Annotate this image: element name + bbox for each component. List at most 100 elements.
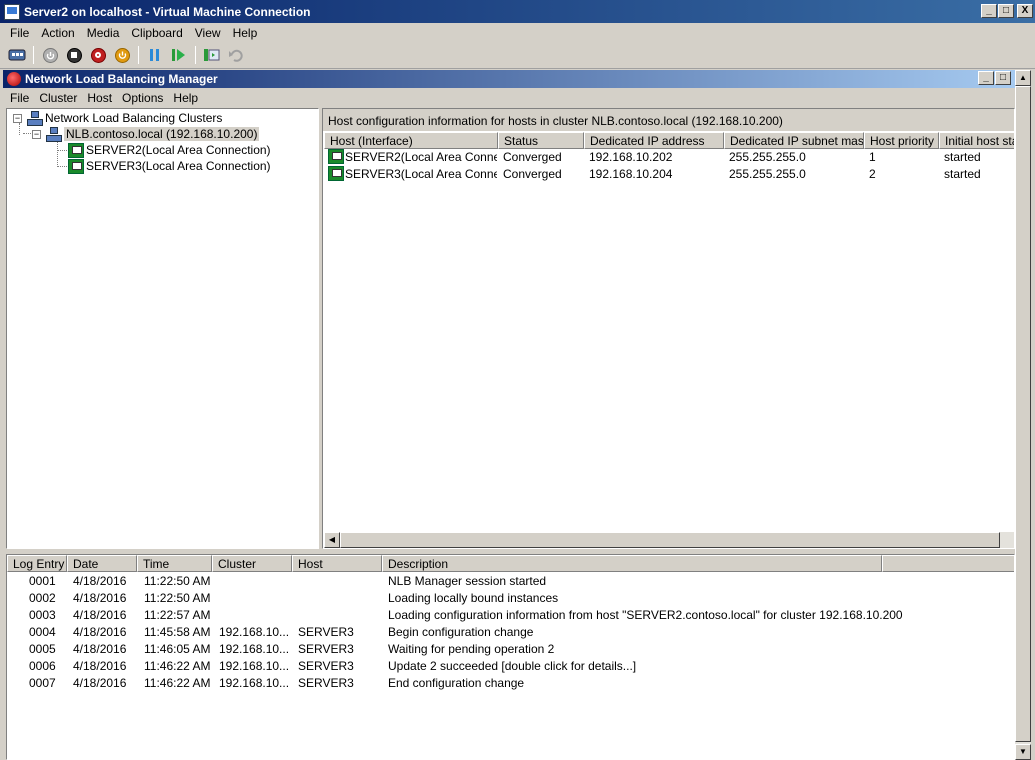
- vm-menu-bar: File Action Media Clipboard View Help: [0, 23, 1035, 42]
- scroll-down-icon[interactable]: ▼: [1015, 744, 1031, 760]
- nlb-manager-title-bar[interactable]: Network Load Balancing Manager: [3, 70, 1015, 88]
- scroll-up-icon[interactable]: ▲: [1015, 70, 1031, 86]
- clusters-icon: [26, 111, 43, 126]
- log-header-time[interactable]: Time: [137, 555, 212, 572]
- log-cell-description: Update 2 succeeded [double click for det…: [388, 659, 637, 673]
- nlb-restore-button[interactable]: □: [995, 71, 1011, 85]
- save-icon[interactable]: [111, 44, 133, 66]
- column-header-status[interactable]: Status: [498, 132, 584, 149]
- host-details-pane: Host configuration information for hosts…: [322, 108, 1015, 549]
- log-cell-host: [298, 591, 382, 608]
- menu-view[interactable]: View: [189, 26, 227, 40]
- close-button[interactable]: X: [1017, 4, 1033, 18]
- log-cell-date: 4/18/2016: [73, 642, 127, 656]
- column-header-host-priority[interactable]: Host priority: [864, 132, 939, 149]
- log-header-host[interactable]: Host: [292, 555, 382, 572]
- log-cell-time: 11:46:22 AM: [144, 676, 211, 690]
- horizontal-scrollbar[interactable]: ◀: [324, 532, 1014, 548]
- log-cell-time: 11:22:50 AM: [144, 591, 211, 605]
- nlb-minimize-button[interactable]: _: [978, 71, 994, 85]
- tree-root-label: Network Load Balancing Clusters: [45, 111, 223, 125]
- nlb-menu-help[interactable]: Help: [168, 91, 203, 105]
- nlb-menu-file[interactable]: File: [5, 91, 34, 105]
- nlb-menu-bar: File Cluster Host Options Help: [3, 88, 1015, 107]
- log-cell-entry: 0002: [29, 591, 56, 605]
- log-header-date[interactable]: Date: [67, 555, 137, 572]
- log-cell-cluster: [219, 574, 292, 591]
- nlb-manager-icon: [7, 72, 21, 86]
- menu-help[interactable]: Help: [227, 26, 264, 40]
- nlb-menu-cluster[interactable]: Cluster: [34, 91, 82, 105]
- log-cell-entry: 0006: [29, 659, 56, 673]
- host-icon: [328, 149, 344, 164]
- log-cell-date: 4/18/2016: [73, 591, 127, 605]
- cell-subnet: 255.255.255.0: [729, 150, 806, 164]
- vertical-scrollbar[interactable]: ▲ ▼: [1015, 70, 1031, 760]
- pause-icon[interactable]: [144, 44, 166, 66]
- log-cell-cluster: 192.168.10...: [219, 659, 290, 673]
- host-icon: [328, 166, 344, 181]
- log-header-filler: [882, 555, 1014, 572]
- snapshot-icon[interactable]: [201, 44, 223, 66]
- collapse-icon[interactable]: −: [32, 129, 41, 139]
- log-cell-description: Waiting for pending operation 2: [388, 642, 555, 656]
- log-cell-cluster: 192.168.10...: [219, 642, 290, 656]
- toolbar-separator: [33, 46, 34, 64]
- reset-icon[interactable]: [168, 44, 190, 66]
- collapse-icon[interactable]: −: [13, 113, 22, 123]
- column-header-host[interactable]: Host (Interface): [324, 132, 498, 149]
- log-cell-cluster: 192.168.10...: [219, 625, 290, 639]
- column-header-dedicated-ip[interactable]: Dedicated IP address: [584, 132, 724, 149]
- cluster-icon: [45, 127, 62, 142]
- log-cell-date: 4/18/2016: [73, 625, 127, 639]
- log-header-cluster[interactable]: Cluster: [212, 555, 292, 572]
- host-icon: [68, 158, 84, 174]
- cell-host: SERVER2(Local Area Conne...: [345, 150, 497, 164]
- window-title-bar[interactable]: Server2 on localhost - Virtual Machine C…: [0, 0, 1035, 23]
- scroll-left-icon[interactable]: ◀: [324, 532, 340, 548]
- log-cell-description: NLB Manager session started: [388, 574, 547, 588]
- cell-priority: 2: [869, 167, 876, 181]
- column-header-initial-state[interactable]: Initial host state: [939, 132, 1014, 149]
- window-title: Server2 on localhost - Virtual Machine C…: [24, 4, 311, 19]
- cluster-tree[interactable]: − Network Load Balancing Clusters − NLB.…: [6, 108, 319, 549]
- scrollbar-thumb[interactable]: [1015, 86, 1031, 742]
- tree-root-row[interactable]: − Network Load Balancing Clusters: [13, 110, 222, 126]
- start-icon[interactable]: [39, 44, 61, 66]
- nlb-menu-options[interactable]: Options: [117, 91, 168, 105]
- log-cell-date: 4/18/2016: [73, 608, 127, 622]
- cell-state: started: [944, 150, 981, 164]
- log-header-description[interactable]: Description: [382, 555, 882, 572]
- log-cell-host: SERVER3: [298, 676, 354, 690]
- log-cell-time: 11:22:50 AM: [144, 574, 211, 588]
- log-cell-description: Loading configuration information from h…: [388, 608, 903, 622]
- log-cell-description: Loading locally bound instances: [388, 591, 559, 605]
- menu-media[interactable]: Media: [81, 26, 126, 40]
- nlb-menu-host[interactable]: Host: [82, 91, 117, 105]
- turn-off-icon[interactable]: [63, 44, 85, 66]
- tree-cluster-row[interactable]: − NLB.contoso.local (192.168.10.200): [32, 126, 260, 142]
- log-cell-host: [298, 608, 382, 625]
- tree-host-label: SERVER2(Local Area Connection): [86, 143, 271, 157]
- log-pane: Log Entry Date Time Cluster Host Descrip…: [6, 554, 1015, 760]
- revert-icon[interactable]: [225, 44, 247, 66]
- scrollbar-thumb[interactable]: [340, 532, 1000, 548]
- log-header-entry[interactable]: Log Entry: [7, 555, 67, 572]
- menu-clipboard[interactable]: Clipboard: [125, 26, 188, 40]
- menu-file[interactable]: File: [4, 26, 35, 40]
- log-cell-host: SERVER3: [298, 659, 354, 673]
- menu-action[interactable]: Action: [35, 26, 80, 40]
- vm-toolbar: [0, 42, 1035, 69]
- tree-host-row[interactable]: SERVER3(Local Area Connection): [68, 158, 271, 174]
- log-cell-time: 11:22:57 AM: [144, 608, 211, 622]
- column-header-subnet-mask[interactable]: Dedicated IP subnet mask: [724, 132, 864, 149]
- log-cell-date: 4/18/2016: [73, 676, 127, 690]
- ctrl-alt-del-icon[interactable]: [6, 44, 28, 66]
- log-cell-cluster: 192.168.10...: [219, 676, 290, 690]
- log-cell-description: Begin configuration change: [388, 625, 534, 639]
- log-cell-entry: 0005: [29, 642, 56, 656]
- maximize-button[interactable]: □: [998, 4, 1014, 18]
- shutdown-icon[interactable]: [87, 44, 109, 66]
- minimize-button[interactable]: _: [981, 4, 997, 18]
- tree-host-row[interactable]: SERVER2(Local Area Connection): [68, 142, 271, 158]
